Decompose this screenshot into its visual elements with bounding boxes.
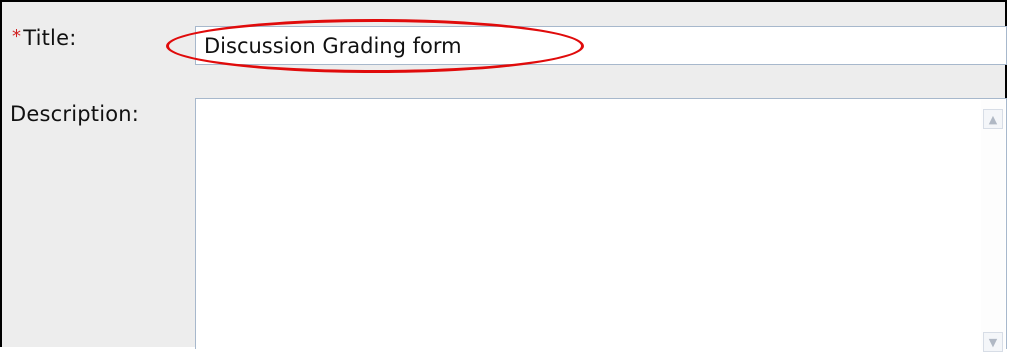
description-textarea[interactable]: ▲ ▼ <box>195 98 1007 352</box>
title-label: Title: <box>23 26 77 50</box>
description-scrollbar[interactable]: ▲ ▼ <box>981 100 1005 352</box>
title-input[interactable] <box>195 26 1007 65</box>
title-label-group: *Title: <box>12 26 76 50</box>
scroll-down-arrow-icon[interactable]: ▼ <box>983 332 1003 352</box>
description-label: Description: <box>10 102 140 126</box>
required-marker: * <box>12 26 22 47</box>
form-panel: *Title: Description: ▲ ▼ <box>0 0 1007 352</box>
scroll-up-arrow-icon[interactable]: ▲ <box>983 109 1003 129</box>
